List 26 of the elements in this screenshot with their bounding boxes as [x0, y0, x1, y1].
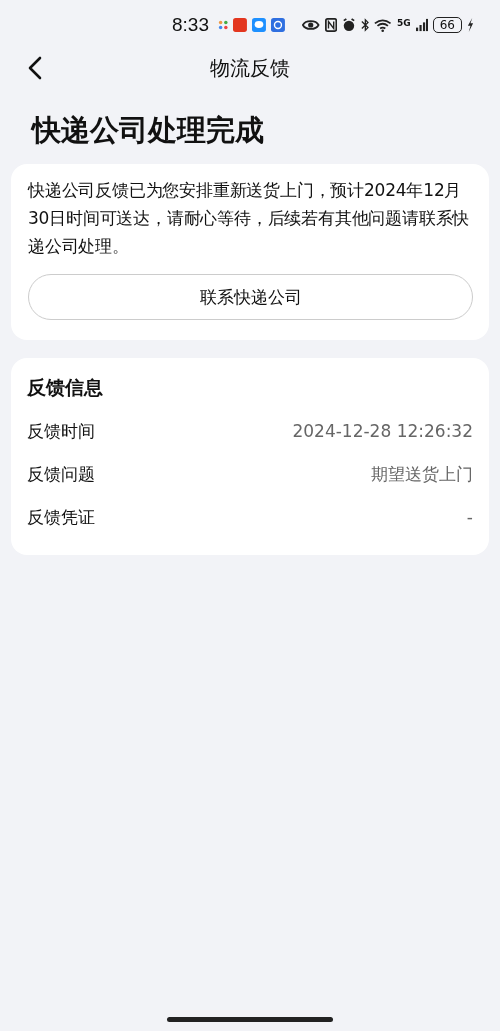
info-title: 反馈信息 [27, 375, 104, 400]
page-title: 物流反馈 [210, 54, 290, 82]
info-label: 反馈时间 [27, 420, 95, 443]
app-icon [271, 17, 286, 33]
app-icon [233, 17, 248, 33]
info-label: 反馈凭证 [27, 506, 95, 529]
page-heading: 快递公司处理完成 [29, 112, 265, 149]
notice-text: 快递公司反馈已为您安排重新送货上门，预计2024年12月30日时间可送达，请耐心等待，后续若有其他问题请联系快递公司处理。 [28, 179, 471, 258]
app-icon [218, 19, 229, 31]
back-icon[interactable] [28, 56, 42, 80]
info-value: - [466, 506, 473, 529]
signal-icon [415, 18, 428, 32]
message-icon [252, 17, 267, 33]
wifi-icon [374, 17, 392, 33]
bluetooth-icon [360, 17, 370, 33]
network-label: 5G [396, 18, 411, 28]
info-value: 2024-12-28 12:26:32 [292, 420, 473, 443]
alarm-icon [341, 17, 356, 33]
battery-level: 66 [432, 17, 462, 33]
info-value: 期望送货上门 [371, 463, 473, 486]
contact-courier-button[interactable]: 联系快递公司 [28, 274, 473, 320]
nfc-icon [324, 17, 337, 33]
info-label: 反馈问题 [27, 463, 95, 486]
status-time: 8:33 [172, 14, 209, 36]
charging-icon [467, 17, 474, 33]
eye-icon [302, 18, 320, 32]
